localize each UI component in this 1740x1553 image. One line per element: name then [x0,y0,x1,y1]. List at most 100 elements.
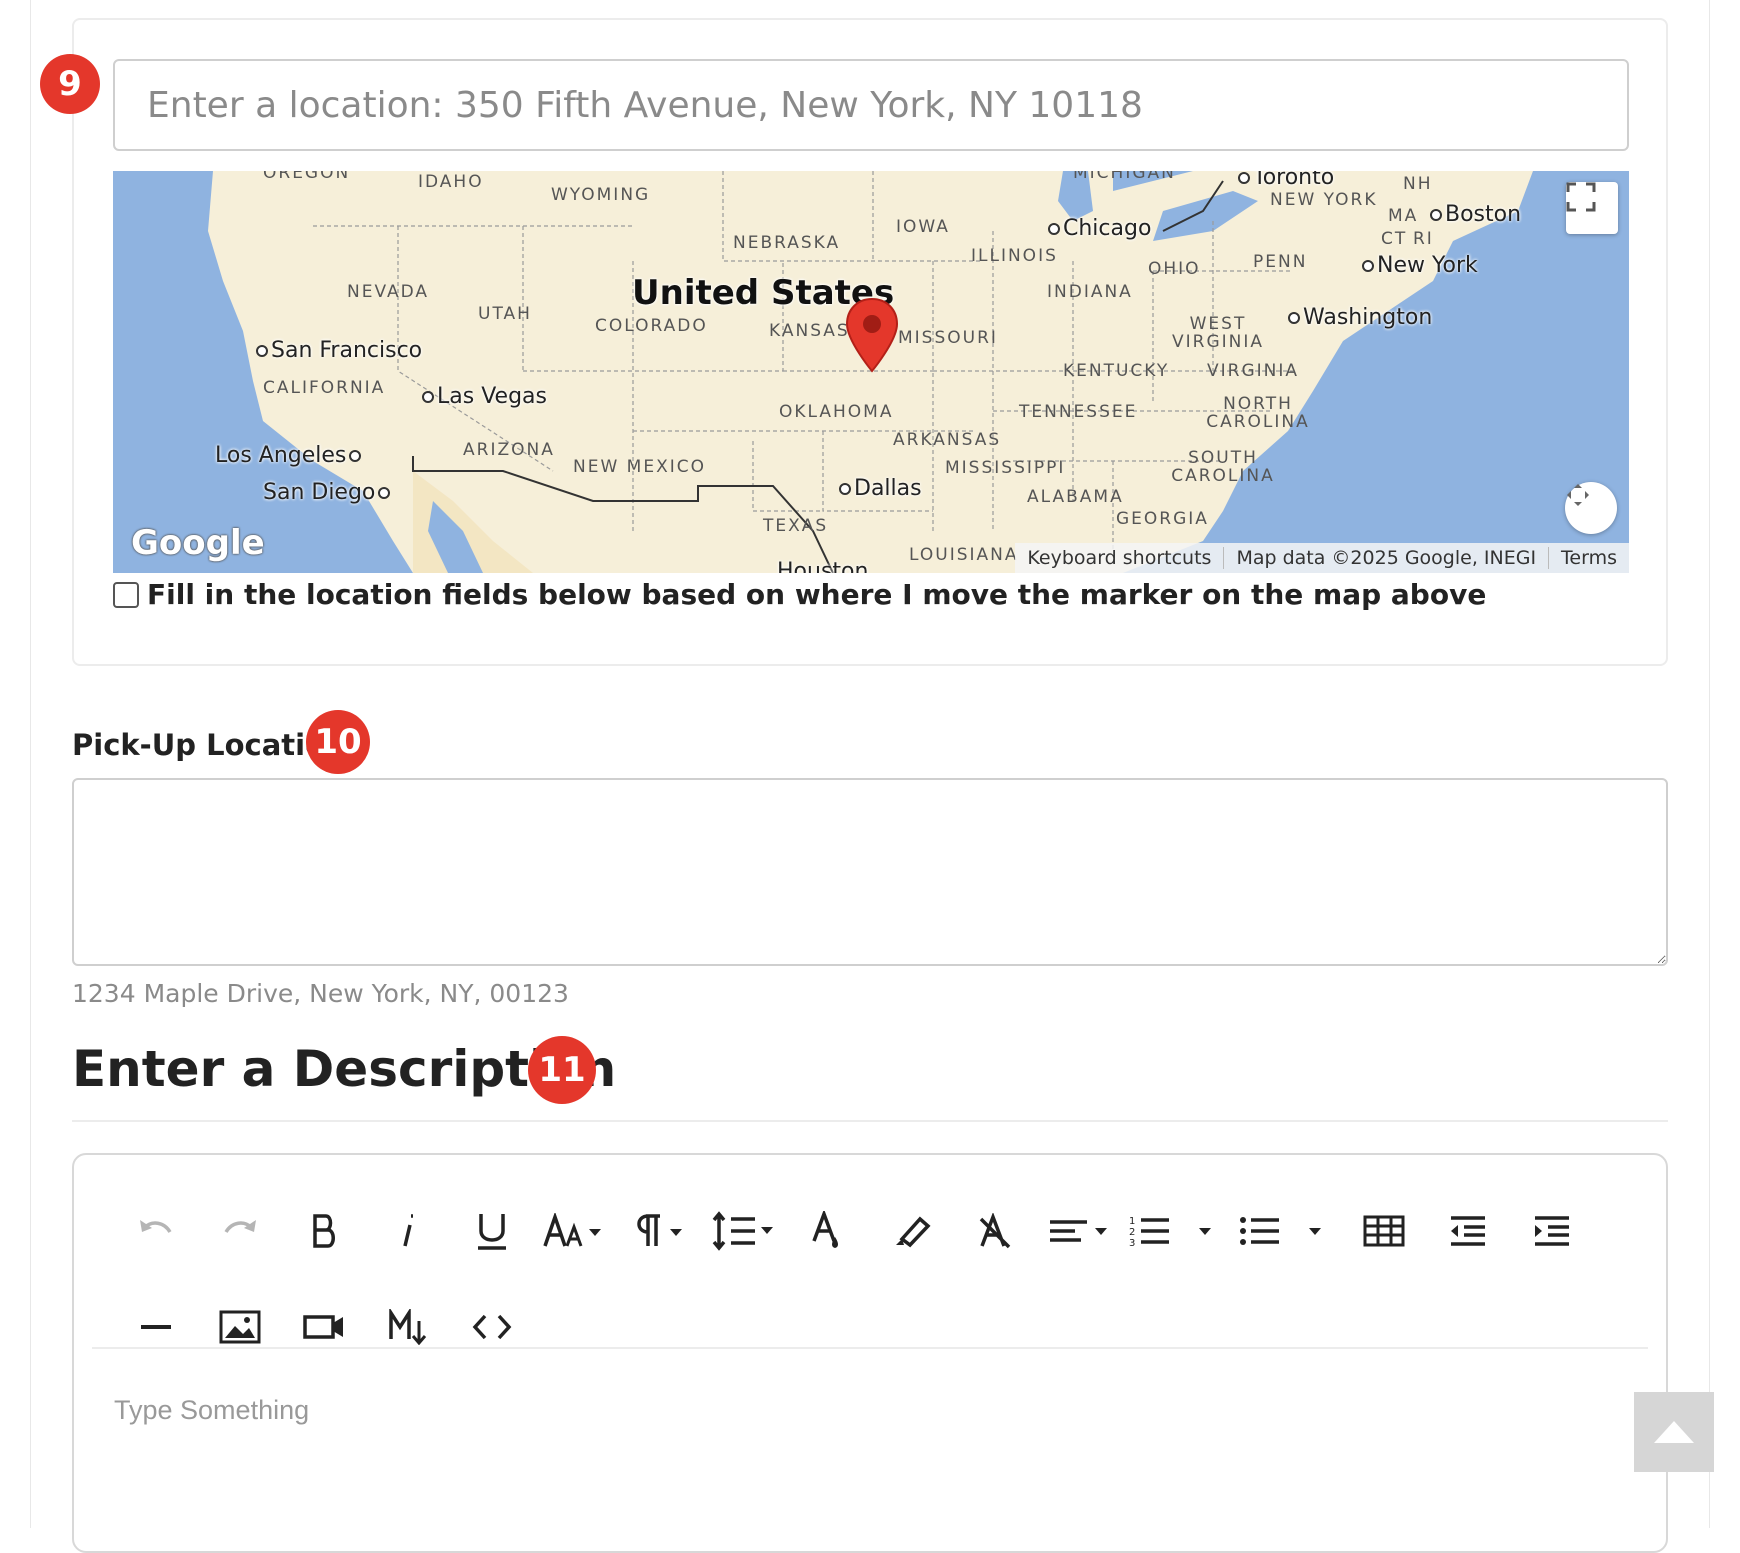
indent-button[interactable] [1510,1193,1594,1269]
location-search-input[interactable] [113,59,1629,151]
section-divider [72,1120,1668,1122]
video-icon [303,1315,343,1339]
align-button[interactable] [1038,1193,1122,1269]
map-label-wyoming: WYOMING [551,185,651,205]
map-fullscreen-button[interactable] [1566,182,1618,234]
font-size-button[interactable] [534,1193,618,1269]
table-icon [1363,1215,1405,1247]
fill-from-marker-row[interactable]: Fill in the location fields below based … [113,578,1486,611]
city-dot-icon [1238,172,1250,184]
map-label-ri: RI [1413,229,1434,249]
map-label-alabama: ALABAMA [1027,487,1124,507]
table-button[interactable] [1342,1193,1426,1269]
city-dot-icon [1288,312,1300,324]
city-dot-icon [1362,260,1374,272]
editor-placeholder[interactable]: Type Something [114,1395,309,1426]
markdown-button[interactable] [366,1289,450,1365]
paragraph-button[interactable] [618,1193,702,1269]
clear-format-icon [979,1213,1011,1249]
map-city-washington: Washington [1285,305,1432,330]
map-label-north-carolina: NORTH CAROLINA [1206,394,1310,432]
map-camera-control-button[interactable] [1565,482,1617,534]
fill-from-marker-label: Fill in the location fields below based … [147,578,1487,611]
keyboard-shortcuts-link[interactable]: Keyboard shortcuts [1015,547,1223,569]
step-badge-10: 10 [306,710,370,774]
map-label-michigan: MICHIGAN [1073,171,1176,183]
map-label-ma: MA [1388,206,1419,226]
align-icon [1050,1220,1107,1242]
rich-text-editor: 123 Type Something [72,1153,1668,1553]
map-label-nevada: NEVADA [347,282,430,302]
paragraph-icon [637,1214,682,1246]
map-label-arizona: ARIZONA [463,440,555,460]
map-label-kansas: KANSAS [769,321,850,341]
map-label-new-mexico: NEW MEXICO [573,457,706,477]
map-label-iowa: IOWA [896,217,950,237]
text-color-button[interactable] [786,1193,870,1269]
map-label-missouri: MISSOURI [898,328,998,348]
city-dot-icon [839,483,851,495]
fill-from-marker-checkbox[interactable] [113,581,139,608]
horizontal-rule-button[interactable] [114,1289,198,1365]
underline-icon [478,1214,506,1250]
step-badge-11: 11 [528,1036,596,1104]
map-label-oklahoma: OKLAHOMA [779,402,894,422]
ordered-list-button[interactable]: 123 [1122,1193,1232,1269]
map-label-georgia: GEORGIA [1116,509,1209,529]
google-logo: Google [131,523,265,563]
font-size-icon [543,1213,601,1247]
map-label-utah: UTAH [478,304,532,324]
map-label-ohio: OHIO [1148,259,1201,279]
map-label-nh: NH [1403,174,1433,194]
text-color-icon [812,1211,838,1248]
italic-button[interactable] [366,1193,450,1269]
svg-text:2: 2 [1129,1227,1135,1238]
code-view-button[interactable] [450,1289,534,1365]
map-city-dallas: Dallas [836,476,922,501]
map-label-west-virginia: WEST VIRGINIA [1171,314,1264,352]
map-label-nebraska: NEBRASKA [733,233,841,253]
pickup-location-helper: 1234 Maple Drive, New York, NY, 00123 [72,979,569,1008]
bold-icon [313,1214,335,1248]
map-label-penn: PENN [1253,252,1308,272]
insert-video-button[interactable] [282,1289,366,1365]
underline-button[interactable] [450,1193,534,1269]
scroll-to-top-button[interactable] [1634,1392,1714,1472]
pickup-location-label: Pick-Up Location [72,728,346,762]
map-city-las-vegas: Las Vegas [419,384,547,409]
pan-arrows-icon [1567,484,1589,506]
clear-format-button[interactable] [954,1193,1038,1269]
map-city-houston: Houston [777,559,869,573]
outdent-button[interactable] [1426,1193,1510,1269]
line-height-button[interactable] [702,1193,786,1269]
map-marker-icon[interactable] [845,297,899,373]
insert-image-button[interactable] [198,1289,282,1365]
map-label-colorado: COLORADO [595,316,708,336]
city-dot-icon [1430,209,1442,221]
google-map[interactable]: OREGON IDAHO WYOMING NEBRASKA IOWA NEVAD… [113,171,1629,573]
editor-toolbar-row-1: 123 [114,1193,1594,1269]
redo-button[interactable] [198,1193,282,1269]
svg-text:1: 1 [1129,1216,1135,1227]
highlight-button[interactable] [870,1193,954,1269]
unordered-list-button[interactable] [1232,1193,1342,1269]
undo-button[interactable] [114,1193,198,1269]
map-attribution: Keyboard shortcuts Map data ©2025 Google… [1015,543,1629,573]
pickup-location-textarea[interactable] [72,778,1668,966]
map-label-illinois: ILLINOIS [971,246,1058,266]
bold-button[interactable] [282,1193,366,1269]
map-label-new-york: NEW YORK [1270,190,1378,210]
map-city-toronto: Toronto [1235,171,1334,190]
highlight-icon [896,1216,931,1248]
image-icon [219,1310,261,1344]
map-label-tennessee: TENNESSEE [1019,402,1138,422]
map-city-san-diego: San Diego [263,480,393,505]
map-label-california: CALIFORNIA [263,378,386,398]
terms-link[interactable]: Terms [1548,547,1629,569]
map-label-kentucky: KENTUCKY [1063,361,1170,381]
map-city-new-york: New York [1359,253,1478,278]
map-label-louisiana: LOUISIANA [909,545,1019,565]
outdent-icon [1451,1216,1485,1246]
arrow-up-icon [1654,1421,1694,1443]
map-city-los-angeles: Los Angeles [215,443,364,468]
